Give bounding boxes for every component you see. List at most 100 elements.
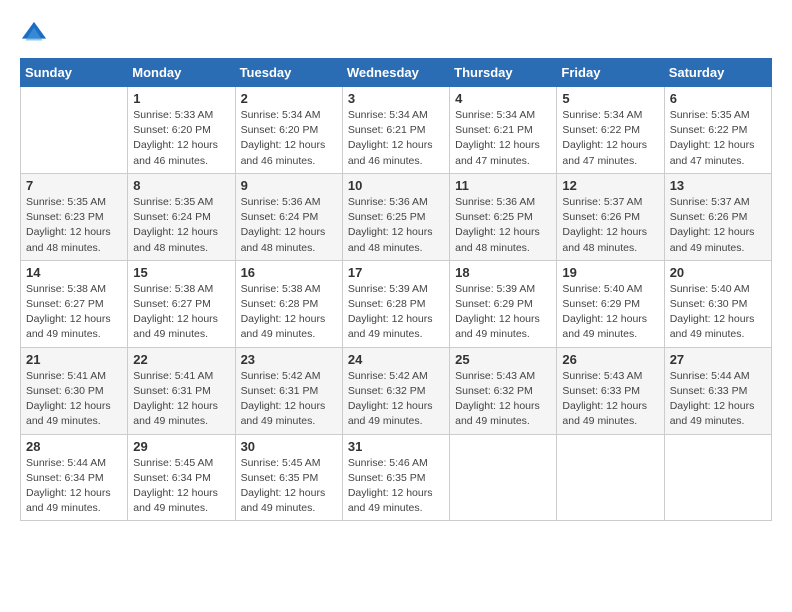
day-number: 31 [348, 439, 444, 454]
day-info: Sunrise: 5:45 AM Sunset: 6:34 PM Dayligh… [133, 456, 229, 517]
calendar-cell: 7 Sunrise: 5:35 AM Sunset: 6:23 PM Daylig… [21, 173, 128, 260]
calendar-cell: 18 Sunrise: 5:39 AM Sunset: 6:29 PM Dayli… [450, 260, 557, 347]
calendar-cell: 10 Sunrise: 5:36 AM Sunset: 6:25 PM Dayli… [342, 173, 449, 260]
calendar-cell: 4 Sunrise: 5:34 AM Sunset: 6:21 PM Daylig… [450, 87, 557, 174]
day-number: 22 [133, 352, 229, 367]
calendar-cell: 16 Sunrise: 5:38 AM Sunset: 6:28 PM Dayli… [235, 260, 342, 347]
calendar-cell [664, 434, 771, 521]
day-number: 7 [26, 178, 122, 193]
day-number: 25 [455, 352, 551, 367]
day-number: 20 [670, 265, 766, 280]
day-number: 6 [670, 91, 766, 106]
week-row-1: 1 Sunrise: 5:33 AM Sunset: 6:20 PM Daylig… [21, 87, 772, 174]
day-number: 26 [562, 352, 658, 367]
calendar-cell: 26 Sunrise: 5:43 AM Sunset: 6:33 PM Dayli… [557, 347, 664, 434]
day-info: Sunrise: 5:44 AM Sunset: 6:33 PM Dayligh… [670, 369, 766, 430]
header-wednesday: Wednesday [342, 59, 449, 87]
day-info: Sunrise: 5:39 AM Sunset: 6:29 PM Dayligh… [455, 282, 551, 343]
day-info: Sunrise: 5:37 AM Sunset: 6:26 PM Dayligh… [670, 195, 766, 256]
calendar-cell: 11 Sunrise: 5:36 AM Sunset: 6:25 PM Dayli… [450, 173, 557, 260]
day-info: Sunrise: 5:35 AM Sunset: 6:24 PM Dayligh… [133, 195, 229, 256]
week-row-5: 28Sunrise: 5:44 AM Sunset: 6:34 PM Dayli… [21, 434, 772, 521]
day-number: 29 [133, 439, 229, 454]
day-info: Sunrise: 5:45 AM Sunset: 6:35 PM Dayligh… [241, 456, 337, 517]
day-info: Sunrise: 5:38 AM Sunset: 6:27 PM Dayligh… [26, 282, 122, 343]
calendar-cell: 5Sunrise: 5:34 AM Sunset: 6:22 PM Daylig… [557, 87, 664, 174]
calendar-cell: 17Sunrise: 5:39 AM Sunset: 6:28 PM Dayli… [342, 260, 449, 347]
day-number: 19 [562, 265, 658, 280]
calendar-cell [557, 434, 664, 521]
calendar-cell: 20 Sunrise: 5:40 AM Sunset: 6:30 PM Dayli… [664, 260, 771, 347]
calendar-cell: 25 Sunrise: 5:43 AM Sunset: 6:32 PM Dayli… [450, 347, 557, 434]
day-number: 24 [348, 352, 444, 367]
day-number: 16 [241, 265, 337, 280]
header-sunday: Sunday [21, 59, 128, 87]
day-info: Sunrise: 5:38 AM Sunset: 6:27 PM Dayligh… [133, 282, 229, 343]
day-info: Sunrise: 5:42 AM Sunset: 6:31 PM Dayligh… [241, 369, 337, 430]
day-info: Sunrise: 5:37 AM Sunset: 6:26 PM Dayligh… [562, 195, 658, 256]
calendar-cell: 27 Sunrise: 5:44 AM Sunset: 6:33 PM Dayli… [664, 347, 771, 434]
calendar-cell: 31Sunrise: 5:46 AM Sunset: 6:35 PM Dayli… [342, 434, 449, 521]
header-saturday: Saturday [664, 59, 771, 87]
calendar-cell [21, 87, 128, 174]
day-info: Sunrise: 5:34 AM Sunset: 6:21 PM Dayligh… [348, 108, 444, 169]
day-number: 2 [241, 91, 337, 106]
calendar-cell: 24Sunrise: 5:42 AM Sunset: 6:32 PM Dayli… [342, 347, 449, 434]
calendar-cell: 6 Sunrise: 5:35 AM Sunset: 6:22 PM Daylig… [664, 87, 771, 174]
logo-icon [20, 20, 48, 48]
header-tuesday: Tuesday [235, 59, 342, 87]
day-info: Sunrise: 5:36 AM Sunset: 6:25 PM Dayligh… [348, 195, 444, 256]
day-number: 15 [133, 265, 229, 280]
calendar-cell: 14Sunrise: 5:38 AM Sunset: 6:27 PM Dayli… [21, 260, 128, 347]
calendar-cell: 13 Sunrise: 5:37 AM Sunset: 6:26 PM Dayli… [664, 173, 771, 260]
week-row-3: 14Sunrise: 5:38 AM Sunset: 6:27 PM Dayli… [21, 260, 772, 347]
calendar-cell: 9 Sunrise: 5:36 AM Sunset: 6:24 PM Daylig… [235, 173, 342, 260]
day-info: Sunrise: 5:33 AM Sunset: 6:20 PM Dayligh… [133, 108, 229, 169]
calendar-cell: 29 Sunrise: 5:45 AM Sunset: 6:34 PM Dayli… [128, 434, 235, 521]
day-info: Sunrise: 5:41 AM Sunset: 6:31 PM Dayligh… [133, 369, 229, 430]
day-number: 23 [241, 352, 337, 367]
day-info: Sunrise: 5:43 AM Sunset: 6:32 PM Dayligh… [455, 369, 551, 430]
calendar-cell: 15 Sunrise: 5:38 AM Sunset: 6:27 PM Dayli… [128, 260, 235, 347]
header-thursday: Thursday [450, 59, 557, 87]
day-number: 12 [562, 178, 658, 193]
day-number: 27 [670, 352, 766, 367]
calendar-cell: 1 Sunrise: 5:33 AM Sunset: 6:20 PM Daylig… [128, 87, 235, 174]
page-header [20, 20, 772, 48]
calendar-cell: 2 Sunrise: 5:34 AM Sunset: 6:20 PM Daylig… [235, 87, 342, 174]
header-monday: Monday [128, 59, 235, 87]
calendar-table: SundayMondayTuesdayWednesdayThursdayFrid… [20, 58, 772, 521]
day-info: Sunrise: 5:40 AM Sunset: 6:30 PM Dayligh… [670, 282, 766, 343]
calendar-cell: 22 Sunrise: 5:41 AM Sunset: 6:31 PM Dayli… [128, 347, 235, 434]
calendar-cell: 21Sunrise: 5:41 AM Sunset: 6:30 PM Dayli… [21, 347, 128, 434]
day-number: 13 [670, 178, 766, 193]
day-info: Sunrise: 5:41 AM Sunset: 6:30 PM Dayligh… [26, 369, 122, 430]
day-number: 1 [133, 91, 229, 106]
day-info: Sunrise: 5:43 AM Sunset: 6:33 PM Dayligh… [562, 369, 658, 430]
calendar-cell [450, 434, 557, 521]
day-info: Sunrise: 5:38 AM Sunset: 6:28 PM Dayligh… [241, 282, 337, 343]
calendar-cell: 30 Sunrise: 5:45 AM Sunset: 6:35 PM Dayli… [235, 434, 342, 521]
day-info: Sunrise: 5:35 AM Sunset: 6:22 PM Dayligh… [670, 108, 766, 169]
day-info: Sunrise: 5:35 AM Sunset: 6:23 PM Dayligh… [26, 195, 122, 256]
week-row-2: 7 Sunrise: 5:35 AM Sunset: 6:23 PM Daylig… [21, 173, 772, 260]
day-number: 4 [455, 91, 551, 106]
calendar-cell: 23 Sunrise: 5:42 AM Sunset: 6:31 PM Dayli… [235, 347, 342, 434]
day-info: Sunrise: 5:34 AM Sunset: 6:21 PM Dayligh… [455, 108, 551, 169]
day-info: Sunrise: 5:36 AM Sunset: 6:24 PM Dayligh… [241, 195, 337, 256]
day-number: 28 [26, 439, 122, 454]
calendar-cell: 8 Sunrise: 5:35 AM Sunset: 6:24 PM Daylig… [128, 173, 235, 260]
day-info: Sunrise: 5:34 AM Sunset: 6:20 PM Dayligh… [241, 108, 337, 169]
day-number: 11 [455, 178, 551, 193]
calendar-cell: 28Sunrise: 5:44 AM Sunset: 6:34 PM Dayli… [21, 434, 128, 521]
header-friday: Friday [557, 59, 664, 87]
day-number: 9 [241, 178, 337, 193]
day-number: 17 [348, 265, 444, 280]
day-number: 8 [133, 178, 229, 193]
day-info: Sunrise: 5:36 AM Sunset: 6:25 PM Dayligh… [455, 195, 551, 256]
day-number: 10 [348, 178, 444, 193]
day-info: Sunrise: 5:34 AM Sunset: 6:22 PM Dayligh… [562, 108, 658, 169]
day-number: 3 [348, 91, 444, 106]
day-number: 30 [241, 439, 337, 454]
day-number: 18 [455, 265, 551, 280]
